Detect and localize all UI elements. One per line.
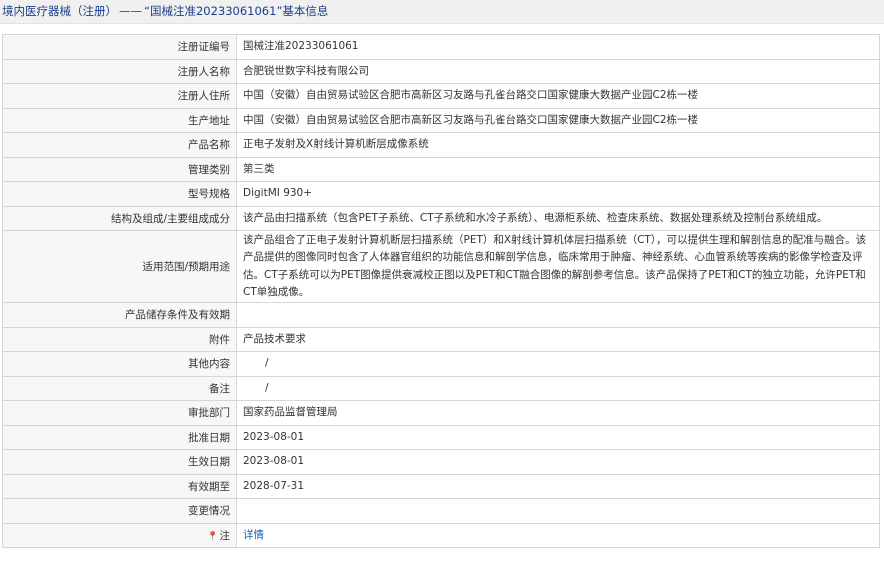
field-value: 合肥锐世数字科技有限公司 — [236, 58, 880, 84]
table-row: 型号规格 DigitMI 930+ — [2, 181, 880, 207]
field-value-text: / — [265, 357, 269, 369]
header-separator: —— — [119, 4, 142, 18]
field-label: 管理类别 — [2, 156, 237, 182]
field-label: 变更情况 — [2, 498, 237, 524]
table-row: 附件 产品技术要求 — [2, 326, 880, 352]
table-row: 📍注 详情 — [2, 522, 880, 548]
field-label: 批准日期 — [2, 424, 237, 450]
header-category: 境内医疗器械（注册） — [2, 4, 117, 18]
table-row: 适用范围/预期用途 该产品组合了正电子发射计算机断层扫描系统（PET）和X射线计… — [2, 230, 880, 303]
field-label: 生产地址 — [2, 107, 237, 133]
field-value: 中国（安徽）自由贸易试验区合肥市高新区习友路与孔雀台路交口国家健康大数据产业园C… — [236, 83, 880, 109]
table-row: 产品名称 正电子发射及X射线计算机断层成像系统 — [2, 132, 880, 158]
field-label: 产品储存条件及有效期 — [2, 302, 237, 328]
field-value: 国家药品监督管理局 — [236, 400, 880, 426]
field-value: 第三类 — [236, 156, 880, 182]
field-value: DigitMI 930+ — [236, 181, 880, 207]
field-label: 结构及组成/主要组成成分 — [2, 205, 237, 231]
pin-icon: 📍 — [207, 531, 219, 542]
table-row: 注册人名称 合肥锐世数字科技有限公司 — [2, 58, 880, 84]
table-row: 生产地址 中国（安徽）自由贸易试验区合肥市高新区习友路与孔雀台路交口国家健康大数… — [2, 107, 880, 133]
table-row: 批准日期 2023-08-01 — [2, 424, 880, 450]
field-value: 国械注准20233061061 — [236, 34, 880, 60]
field-value: 该产品由扫描系统（包含PET子系统、CT子系统和水冷子系统）、电源柜系统、检查床… — [236, 205, 880, 231]
field-value: 2023-08-01 — [236, 424, 880, 450]
field-value — [236, 302, 880, 328]
field-value: / — [236, 351, 880, 377]
note-label: 📍注 — [2, 522, 237, 548]
field-label: 有效期至 — [2, 473, 237, 499]
table-row: 其他内容 / — [2, 351, 880, 377]
field-label: 其他内容 — [2, 351, 237, 377]
field-label: 型号规格 — [2, 181, 237, 207]
note-value: 详情 — [236, 522, 880, 548]
field-value-text: / — [265, 381, 269, 394]
field-label: 注册证编号 — [2, 34, 237, 60]
field-label: 适用范围/预期用途 — [2, 230, 237, 303]
field-label: 产品名称 — [2, 132, 237, 158]
note-label-text: 注 — [219, 529, 231, 542]
field-label: 注册人名称 — [2, 58, 237, 84]
field-value: / — [236, 375, 880, 401]
page-title: “国械注准20233061061”基本信息 — [144, 4, 329, 18]
table-row: 产品储存条件及有效期 — [2, 302, 880, 328]
info-table: 注册证编号 国械注准20233061061 注册人名称 合肥锐世数字科技有限公司… — [2, 34, 880, 548]
field-value: 2023-08-01 — [236, 449, 880, 475]
field-value: 2028-07-31 — [236, 473, 880, 499]
table-row: 有效期至 2028-07-31 — [2, 473, 880, 499]
table-row: 注册证编号 国械注准20233061061 — [2, 34, 880, 60]
field-label: 附件 — [2, 326, 237, 352]
field-value: 正电子发射及X射线计算机断层成像系统 — [236, 132, 880, 158]
details-link[interactable]: 详情 — [243, 529, 264, 541]
field-value: 中国（安徽）自由贸易试验区合肥市高新区习友路与孔雀台路交口国家健康大数据产业园C… — [236, 107, 880, 133]
field-label: 审批部门 — [2, 400, 237, 426]
field-value — [236, 498, 880, 524]
field-label: 备注 — [2, 375, 237, 401]
field-label: 生效日期 — [2, 449, 237, 475]
table-row: 管理类别 第三类 — [2, 156, 880, 182]
table-row: 生效日期 2023-08-01 — [2, 449, 880, 475]
table-row: 注册人住所 中国（安徽）自由贸易试验区合肥市高新区习友路与孔雀台路交口国家健康大… — [2, 83, 880, 109]
page-header: 境内医疗器械（注册） —— “国械注准20233061061”基本信息 — [0, 0, 884, 24]
field-label: 注册人住所 — [2, 83, 237, 109]
table-row: 变更情况 — [2, 498, 880, 524]
field-value: 产品技术要求 — [236, 326, 880, 352]
table-row: 备注 / — [2, 375, 880, 401]
field-value: 该产品组合了正电子发射计算机断层扫描系统（PET）和X射线计算机体层扫描系统（C… — [236, 230, 880, 303]
table-row: 审批部门 国家药品监督管理局 — [2, 400, 880, 426]
table-row: 结构及组成/主要组成成分 该产品由扫描系统（包含PET子系统、CT子系统和水冷子… — [2, 205, 880, 231]
